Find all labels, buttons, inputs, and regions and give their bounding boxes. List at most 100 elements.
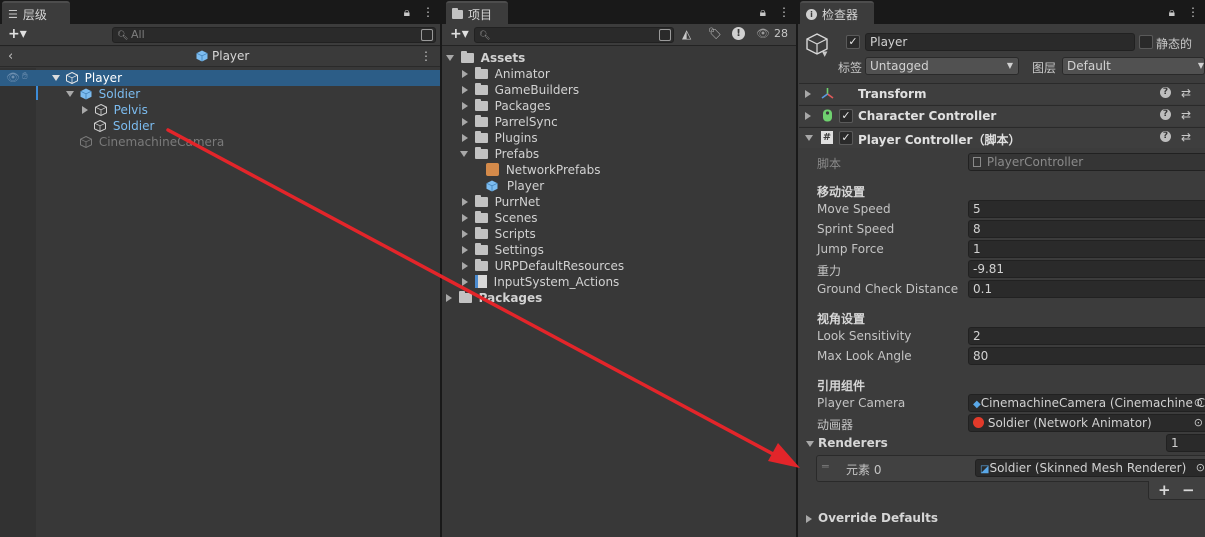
icon-dropdown-arrow-icon[interactable]: ▼ (822, 50, 827, 58)
collapse-arrow-icon[interactable] (462, 102, 468, 110)
tree-item-inputsystem-actions[interactable]: InputSystem_Actions (462, 274, 619, 290)
expand-arrow-icon[interactable] (805, 135, 813, 141)
look-sensitivity-input[interactable]: 2 (968, 327, 1205, 345)
settings-sliders-icon[interactable]: ⇄ (1181, 108, 1191, 122)
tree-item-animator[interactable]: Animator (462, 66, 550, 82)
search-mode-button[interactable] (421, 29, 433, 41)
tree-item-urpdefaultresources[interactable]: URPDefaultResources (462, 258, 624, 274)
help-icon[interactable]: ? (1160, 109, 1171, 120)
kebab-menu-icon[interactable]: ⋮ (422, 5, 434, 20)
tree-item-packages-root[interactable]: Packages (446, 290, 542, 306)
project-search-input[interactable]: 🔍︎ (474, 27, 674, 43)
collapse-arrow-icon[interactable] (462, 70, 468, 78)
collapse-arrow-icon[interactable] (446, 294, 452, 302)
lock-icon[interactable]: 🔒︎ (404, 5, 410, 20)
player-camera-field[interactable]: ◆CinemachineCamera (Cinemachine C ⊙ (968, 394, 1205, 412)
tree-item-soldier[interactable]: Soldier (66, 86, 140, 102)
collapse-arrow-icon[interactable] (462, 86, 468, 94)
sprint-speed-input[interactable]: 8 (968, 220, 1205, 238)
tag-dropdown[interactable]: Untagged ▼ (865, 57, 1019, 75)
settings-sliders-icon[interactable]: ⇄ (1181, 86, 1191, 100)
jump-force-input[interactable]: 1 (968, 240, 1205, 258)
tree-item-gamebuilders[interactable]: GameBuilders (462, 82, 579, 98)
collapse-arrow-icon[interactable] (462, 230, 468, 238)
animator-field[interactable]: Soldier (Network Animator) ⊙ (968, 414, 1205, 432)
gravity-input[interactable]: -9.81 (968, 260, 1205, 278)
override-defaults-arrow-icon[interactable] (806, 515, 812, 523)
collapse-arrow-icon[interactable] (462, 262, 468, 270)
hierarchy-search-input[interactable]: 🔍︎ All (112, 27, 436, 43)
collapse-arrow-icon[interactable] (462, 278, 468, 286)
lock-icon[interactable]: 🔒︎ (760, 5, 766, 20)
tab-project[interactable]: 项目 (446, 1, 508, 24)
lock-icon[interactable]: 🔒︎ (1169, 5, 1175, 20)
filter-by-label-icon[interactable]: 🏷︎ (708, 27, 722, 40)
active-checkbox[interactable]: ✓ (846, 35, 860, 49)
ground-check-input[interactable]: 0.1 (968, 280, 1205, 298)
static-checkbox[interactable] (1139, 35, 1153, 49)
override-defaults-label[interactable]: Override Defaults (818, 511, 938, 525)
component-header-transform[interactable]: Transform ? ⇄ (799, 83, 1205, 104)
renderers-size-input[interactable]: 1 (1166, 434, 1205, 452)
collapse-arrow-icon[interactable] (462, 246, 468, 254)
component-header-player-controller[interactable]: # ✓ Player Controller（脚本） ? ⇄ (799, 127, 1205, 148)
object-name-field[interactable]: Player (865, 33, 1135, 51)
filter-by-type-icon[interactable]: ◭ (682, 27, 691, 41)
tree-item-soldier-mesh[interactable]: Soldier (94, 118, 154, 134)
tree-item-networkprefabs[interactable]: NetworkPrefabs (486, 162, 600, 178)
help-icon[interactable]: ? (1160, 87, 1171, 98)
expand-arrow-icon[interactable] (52, 75, 60, 81)
visibility-eye-icon[interactable]: 👁︎ (6, 71, 20, 84)
element0-field[interactable]: ◪Soldier (Skinned Mesh Renderer) ⊙ (975, 459, 1205, 477)
collapse-arrow-icon[interactable] (462, 134, 468, 142)
tree-item-pelvis[interactable]: Pelvis (82, 102, 148, 118)
kebab-menu-icon[interactable]: ⋮ (778, 5, 790, 20)
tree-item-settings[interactable]: Settings (462, 242, 544, 258)
collapse-arrow-icon[interactable] (462, 118, 468, 126)
pickable-hand-icon[interactable]: ✋︎ (22, 71, 28, 82)
tree-item-prefabs[interactable]: Prefabs (460, 146, 539, 162)
create-button[interactable]: +▾ (8, 26, 27, 42)
expand-arrow-icon[interactable] (66, 91, 74, 97)
remove-element-button[interactable]: − (1182, 481, 1195, 499)
object-picker-icon[interactable]: ⊙ (1196, 460, 1205, 476)
drag-handle-icon[interactable]: ═ (822, 460, 829, 473)
add-element-button[interactable]: + (1158, 481, 1171, 499)
settings-sliders-icon[interactable]: ⇄ (1181, 130, 1191, 144)
help-icon[interactable]: ? (1160, 131, 1171, 142)
move-speed-input[interactable]: 5 (968, 200, 1205, 218)
component-enabled-checkbox[interactable]: ✓ (839, 109, 853, 123)
info-icon[interactable]: ! (732, 27, 745, 40)
scene-menu-icon[interactable]: ⋮ (420, 49, 432, 63)
tree-item-scenes[interactable]: Scenes (462, 210, 538, 226)
tree-item-assets[interactable]: Assets (446, 50, 525, 66)
component-header-character-controller[interactable]: ✓ Character Controller ? ⇄ (799, 105, 1205, 126)
collapse-arrow-icon[interactable] (462, 214, 468, 222)
collapse-arrow-icon[interactable] (82, 106, 88, 114)
renderers-expand-arrow-icon[interactable] (806, 441, 814, 447)
tree-item-scripts[interactable]: Scripts (462, 226, 536, 242)
tree-item-player[interactable]: Player (52, 70, 122, 86)
hidden-packages-eye-icon[interactable]: 👁︎ (756, 27, 770, 40)
collapse-arrow-icon[interactable] (805, 112, 811, 120)
layer-dropdown[interactable]: Default ▼ (1062, 57, 1205, 75)
object-picker-icon[interactable]: ⊙ (1194, 415, 1203, 431)
tree-item-cinemachinecamera[interactable]: CinemachineCamera (80, 134, 224, 150)
tab-inspector[interactable]: i 检查器 (800, 1, 874, 24)
tree-item-player-prefab[interactable]: Player (486, 178, 544, 194)
tab-hierarchy[interactable]: ☰ 层级 (2, 1, 70, 24)
max-look-angle-input[interactable]: 80 (968, 347, 1205, 365)
search-mode-button[interactable] (659, 29, 671, 41)
create-button[interactable]: +▾ (450, 26, 469, 42)
expand-arrow-icon[interactable] (460, 151, 468, 157)
object-picker-icon[interactable]: ⊙ (1194, 395, 1203, 411)
collapse-arrow-icon[interactable] (805, 90, 811, 98)
tree-item-parrelsync[interactable]: ParrelSync (462, 114, 558, 130)
kebab-menu-icon[interactable]: ⋮ (1187, 5, 1199, 20)
component-enabled-checkbox[interactable]: ✓ (839, 131, 853, 145)
tree-item-packages-sub[interactable]: Packages (462, 98, 551, 114)
collapse-arrow-icon[interactable] (462, 198, 468, 206)
tree-item-purrnet[interactable]: PurrNet (462, 194, 540, 210)
back-chevron-icon[interactable]: ‹ (8, 49, 13, 64)
tree-item-plugins[interactable]: Plugins (462, 130, 538, 146)
